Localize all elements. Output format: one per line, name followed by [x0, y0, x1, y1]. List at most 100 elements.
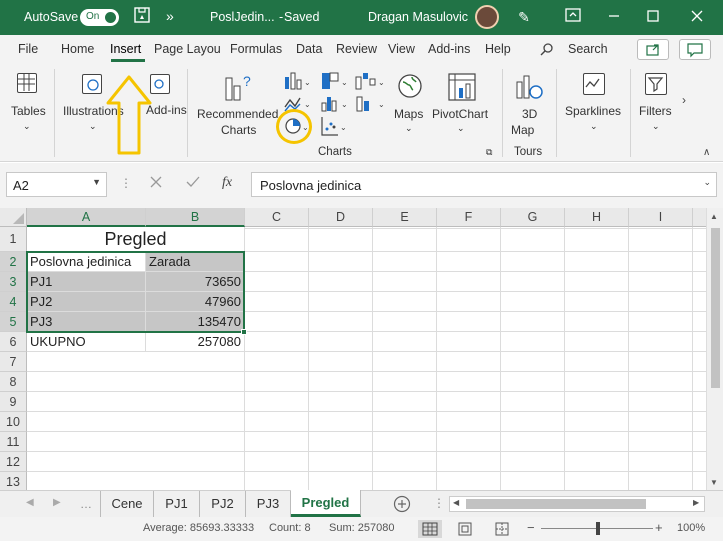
tab-file[interactable]: File: [18, 42, 38, 56]
waterfall-chart-icon[interactable]: ⌄: [354, 71, 386, 91]
user-name[interactable]: Dragan Masulovic: [368, 10, 468, 24]
minimize-icon[interactable]: [603, 6, 625, 28]
sparklines-button[interactable]: Sparklines ⌄: [562, 71, 624, 141]
ribbon-display-icon[interactable]: [562, 6, 584, 28]
hierarchy-chart-icon[interactable]: ⌄: [320, 71, 348, 91]
cell-b4[interactable]: 47960: [146, 292, 245, 312]
sheet-next-icon[interactable]: ▶: [53, 497, 61, 508]
add-sheet-icon[interactable]: [393, 495, 411, 513]
formula-input[interactable]: Poslovna jedinica ⌄: [251, 172, 717, 197]
tab-home[interactable]: Home: [61, 42, 94, 56]
column-header-f[interactable]: F: [437, 208, 501, 227]
zoom-level[interactable]: 100%: [677, 522, 705, 534]
fill-handle[interactable]: [241, 329, 247, 335]
sheet-tab-pj1[interactable]: PJ1: [154, 491, 200, 517]
maps-button[interactable]: Maps ⌄: [390, 71, 430, 143]
save-icon[interactable]: [131, 6, 153, 28]
cell-b3[interactable]: 73650: [146, 272, 245, 292]
row-header-12[interactable]: 12: [0, 452, 27, 472]
column-header-d[interactable]: D: [309, 208, 373, 227]
tab-split-grip-icon[interactable]: ⋮: [433, 496, 445, 510]
row-header-2[interactable]: 2: [0, 252, 27, 272]
tab-help[interactable]: Help: [485, 42, 511, 56]
horizontal-scrollbar[interactable]: ◀ ▶: [449, 496, 705, 512]
zoom-slider-thumb[interactable]: [596, 522, 600, 535]
cell-a4[interactable]: PJ2: [27, 292, 146, 312]
tab-review[interactable]: Review: [336, 42, 377, 56]
charts-dialog-launcher-icon[interactable]: ⧉: [486, 147, 492, 158]
cell-a3[interactable]: PJ1: [27, 272, 146, 292]
insert-function-icon[interactable]: fx: [222, 175, 232, 191]
cell-a5[interactable]: PJ3: [27, 312, 146, 332]
column-chart-icon[interactable]: ⌄: [283, 71, 311, 91]
cell-b5[interactable]: 135470: [146, 312, 245, 332]
page-break-view-icon[interactable]: [494, 521, 510, 537]
scroll-up-icon[interactable]: ▲: [710, 212, 718, 221]
vertical-scrollbar[interactable]: ▲ ▼: [706, 208, 723, 490]
comments-button[interactable]: [679, 39, 711, 60]
row-header-9[interactable]: 9: [0, 392, 27, 412]
search-icon[interactable]: [540, 42, 554, 56]
vertical-scroll-thumb[interactable]: [711, 228, 720, 388]
column-header-c[interactable]: C: [245, 208, 309, 227]
row-header-7[interactable]: 7: [0, 352, 27, 372]
cancel-icon[interactable]: [149, 175, 163, 189]
normal-view-icon[interactable]: [418, 520, 442, 538]
tab-formulas[interactable]: Formulas: [230, 42, 282, 56]
3d-map-button[interactable]: 3D Map: [508, 71, 552, 141]
tables-button[interactable]: Tables ⌄: [6, 71, 50, 141]
collapse-ribbon-icon[interactable]: ∧: [703, 147, 710, 158]
maximize-icon[interactable]: [642, 6, 664, 28]
cell-b2[interactable]: Zarada: [146, 252, 245, 272]
cell-a6[interactable]: UKUPNO: [27, 332, 146, 352]
row-header-13[interactable]: 13: [0, 472, 27, 490]
tab-view[interactable]: View: [388, 42, 415, 56]
row-header-5[interactable]: 5: [0, 312, 27, 332]
tab-data[interactable]: Data: [296, 42, 322, 56]
zoom-in-icon[interactable]: +: [655, 520, 663, 535]
row-header-3[interactable]: 3: [0, 272, 27, 292]
column-header-e[interactable]: E: [373, 208, 437, 227]
combo-chart-icon[interactable]: ⌄: [354, 93, 386, 113]
column-header-a[interactable]: A: [27, 208, 146, 227]
more-commands-icon[interactable]: »: [166, 8, 174, 24]
column-header-g[interactable]: G: [501, 208, 565, 227]
column-header-h[interactable]: H: [565, 208, 629, 227]
pivotchart-button[interactable]: PivotChart ⌄: [430, 71, 494, 143]
horizontal-scroll-thumb[interactable]: [466, 499, 646, 509]
page-layout-view-icon[interactable]: [457, 521, 473, 537]
recommended-charts-button[interactable]: ? Recommended Charts: [194, 71, 280, 143]
column-header-j[interactable]: [693, 208, 706, 227]
sheet-tab-pj2[interactable]: PJ2: [200, 491, 246, 517]
column-header-b[interactable]: B: [146, 208, 245, 227]
cell-b6[interactable]: 257080: [146, 332, 245, 352]
title-cell[interactable]: Pregled: [27, 227, 245, 252]
close-icon[interactable]: [686, 6, 708, 28]
row-header-1[interactable]: 1: [0, 227, 27, 252]
scroll-right-icon[interactable]: ▶: [693, 498, 699, 507]
statistic-chart-icon[interactable]: ⌄: [320, 93, 348, 113]
sheet-tab-pj3[interactable]: PJ3: [246, 491, 291, 517]
share-button[interactable]: [637, 39, 669, 60]
scatter-chart-icon[interactable]: ⌄: [320, 115, 348, 137]
worksheet-grid[interactable]: A B C D E F G H I 1 2 3 4 5 6 7 8 9 10 1…: [0, 208, 706, 490]
scroll-left-icon[interactable]: ◀: [453, 498, 459, 507]
tab-insert[interactable]: Insert: [110, 42, 141, 56]
row-header-6[interactable]: 6: [0, 332, 27, 352]
sheet-tab-pregled[interactable]: Pregled: [291, 490, 361, 517]
name-box[interactable]: A2 ▼: [6, 172, 107, 197]
row-header-11[interactable]: 11: [0, 432, 27, 452]
enter-icon[interactable]: [186, 175, 200, 189]
scroll-down-icon[interactable]: ▼: [710, 478, 718, 487]
zoom-out-icon[interactable]: −: [527, 520, 535, 535]
name-box-dropdown-icon[interactable]: ▼: [92, 177, 101, 187]
row-header-4[interactable]: 4: [0, 292, 27, 312]
pen-icon[interactable]: ✎: [513, 6, 535, 28]
cell-a2[interactable]: Poslovna jedinica: [27, 252, 146, 272]
ribbon-scroll-right-icon[interactable]: ›: [682, 93, 696, 113]
search-label[interactable]: Search: [568, 42, 608, 56]
row-header-10[interactable]: 10: [0, 412, 27, 432]
column-header-i[interactable]: I: [629, 208, 693, 227]
autosave-toggle[interactable]: On: [80, 9, 119, 26]
expand-formula-icon[interactable]: ⌄: [703, 177, 711, 188]
